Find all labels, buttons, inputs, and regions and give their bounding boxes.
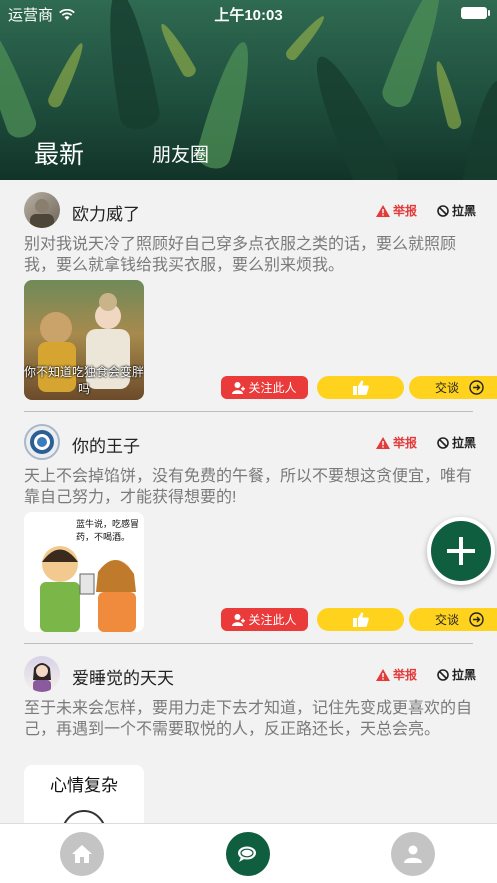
report-button[interactable]: 举报 [376,434,417,451]
follow-label: 关注此人 [248,381,297,395]
home-icon [72,845,92,863]
report-label: 举报 [393,668,418,682]
thumbs-up-icon [352,612,369,627]
post-text: 天上不会掉馅饼，没有免费的午餐，所以不要想这贪便宜，唯有靠自己努力，才能获得想要… [24,468,473,506]
tab-home[interactable] [60,832,104,876]
report-label: 举报 [393,204,418,218]
follow-label: 关注此人 [248,613,297,627]
report-label: 举报 [393,436,418,450]
add-post-button[interactable] [427,517,495,585]
block-button[interactable]: 拉黑 [437,434,476,451]
header-banner: 运营商 上午10:03 最新 朋友圈 [0,0,497,180]
avatar[interactable] [24,656,60,692]
follow-button[interactable]: 关注此人 [221,376,308,399]
status-time: 上午10:03 [214,7,283,24]
image-caption: 你不知道吃独食会变胖吗 [24,365,144,396]
warning-icon [376,668,390,681]
user-icon [232,614,246,626]
username[interactable]: 你的王子 [72,432,140,457]
chat-button[interactable]: 交谈 [409,376,497,399]
image-caption: 心情复杂 [50,776,118,795]
block-icon [437,668,449,681]
chat-button[interactable]: 交谈 [409,608,497,631]
comic-speech-bubble: 蓝牛说，吃感冒药，不喝酒。 [76,519,140,542]
post-card: 欧力威了 举报 拉黑 别对我说天冷了照顾好自己穿多点衣服之类的话，要么就照顾我，… [0,180,497,412]
post-card: 爱睡觉的天天 举报 拉黑 至于未来会怎样，要用力走下去才知道，记住先变成更喜欢的… [0,644,497,823]
warning-icon [376,204,390,217]
block-label: 拉黑 [452,436,477,450]
feed-tabs: 最新 朋友圈 [0,130,497,170]
leaf-decoration [0,18,40,142]
leaf-decoration [155,20,199,80]
post-text: 别对我说天冷了照顾好自己穿多点衣服之类的话，要么就照顾我，要么就拿钱给我买衣服，… [24,236,457,274]
post-image[interactable]: 蓝牛说，吃感冒药，不喝酒。 [24,512,144,632]
leaf-decoration [431,59,463,131]
arrow-right-circle-icon [469,612,484,627]
post-image[interactable]: 你不知道吃独食会变胖吗 [24,280,144,400]
username[interactable]: 爱睡觉的天天 [72,664,174,689]
tab-friends[interactable]: 朋友圈 [152,140,209,167]
arrow-right-circle-icon [469,380,484,395]
avatar[interactable] [24,192,60,228]
like-button[interactable] [317,376,404,399]
battery-icon [461,7,490,19]
leaf-decoration [45,40,89,110]
block-icon [437,436,449,449]
block-label: 拉黑 [452,204,477,218]
post-image[interactable]: 心情复杂 [24,765,144,823]
chat-label: 交谈 [435,613,460,627]
post-feed[interactable]: 欧力威了 举报 拉黑 别对我说天冷了照顾好自己穿多点衣服之类的话，要么就照顾我，… [0,180,497,823]
user-icon [232,382,246,394]
block-button[interactable]: 拉黑 [437,666,476,683]
warning-icon [376,436,390,449]
status-bar: 运营商 上午10:03 [0,0,497,26]
avatar[interactable] [24,424,60,460]
block-button[interactable]: 拉黑 [437,202,476,219]
post-card: 你的王子 举报 拉黑 天上不会掉馅饼，没有免费的午餐，所以不要想这贪便宜，唯有靠… [0,412,497,644]
follow-button[interactable]: 关注此人 [221,608,308,631]
report-button[interactable]: 举报 [376,666,417,683]
tab-messages[interactable] [226,832,270,876]
post-text: 至于未来会怎样，要用力走下去才知道，记住先变成更喜欢的自己，再遇到一个不需要取悦… [24,700,473,738]
chat-bubble-icon [238,846,256,862]
bottom-tab-bar [0,823,497,883]
meme-face-illustration [63,810,105,823]
tab-latest[interactable]: 最新 [34,135,84,171]
tab-profile[interactable] [391,832,435,876]
thumbs-up-icon [352,380,369,395]
report-button[interactable]: 举报 [376,202,417,219]
user-profile-icon [404,845,422,863]
block-icon [437,204,449,217]
block-label: 拉黑 [452,668,477,682]
username[interactable]: 欧力威了 [72,200,140,225]
like-button[interactable] [317,608,404,631]
chat-label: 交谈 [435,381,460,395]
plus-icon [447,537,475,565]
